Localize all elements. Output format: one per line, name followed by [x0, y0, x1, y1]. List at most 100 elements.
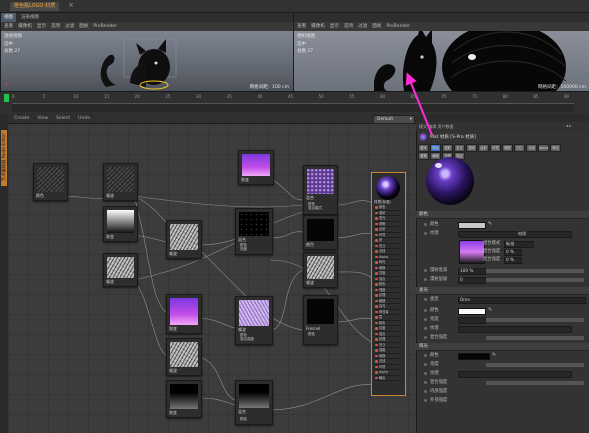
- keyframe-dot[interactable]: [424, 336, 427, 339]
- channel-button[interactable]: 法线: [526, 144, 537, 152]
- row-glow-brightness: 亮度: [422, 361, 584, 368]
- node-mix[interactable]: 混合 颜色 混合模式: [303, 165, 338, 215]
- texture-field[interactable]: [458, 231, 572, 238]
- keyframe-dot[interactable]: [424, 399, 427, 402]
- row-spec-color: 颜色 ✎: [422, 307, 584, 315]
- color-swatch[interactable]: [458, 308, 486, 315]
- color-swatch[interactable]: [458, 222, 486, 229]
- node-noise[interactable]: 噪波: [166, 338, 202, 376]
- node-mix[interactable]: 混合 颜色 亮度: [235, 208, 273, 255]
- keyframe-dot[interactable]: [424, 372, 427, 375]
- node-gradient[interactable]: 渐变: [166, 294, 202, 334]
- node-thumbnail: [107, 210, 134, 233]
- keyframe-dot[interactable]: [424, 381, 427, 384]
- node-gradient[interactable]: 渐变: [238, 150, 274, 185]
- row-mix-strength: 混合强度 0 %: [480, 256, 580, 264]
- channel-button[interactable]: 环境: [490, 144, 501, 152]
- row-type: 类型 Oren: [422, 296, 586, 304]
- row-label: 混合模式: [483, 241, 501, 246]
- row-label: 颜色: [430, 222, 439, 227]
- row-label: 类型: [430, 297, 439, 302]
- preview-highlight: [435, 163, 442, 168]
- eyedropper-icon[interactable]: ✎: [488, 221, 492, 228]
- color-swatch[interactable]: [458, 353, 490, 360]
- channel-button[interactable]: 颜色: [430, 144, 441, 152]
- material-name: Mat 材质 [S-Pro 材质]: [430, 135, 476, 140]
- node-label: 颜色: [36, 193, 44, 198]
- eyedropper-icon[interactable]: ✎: [492, 352, 496, 359]
- keyframe-dot[interactable]: [424, 327, 427, 330]
- texture-field[interactable]: [458, 371, 572, 378]
- keyframe-dot[interactable]: [424, 318, 427, 321]
- node-mix[interactable]: 混合 颜色: [235, 380, 273, 425]
- channel-button[interactable]: 发光: [454, 144, 465, 152]
- channel-button[interactable]: Alpha: [538, 144, 549, 152]
- channel-button[interactable]: 透明: [466, 144, 477, 152]
- keyframe-dot[interactable]: [424, 278, 427, 281]
- row-label: 漫射衰减: [430, 268, 448, 273]
- eyedropper-icon[interactable]: ✎: [488, 307, 492, 314]
- keyframe-dot[interactable]: [424, 363, 427, 366]
- keyframe-dot[interactable]: [424, 309, 427, 312]
- node-label: 渐变: [169, 326, 177, 331]
- channel-button[interactable]: 置换: [418, 152, 429, 160]
- brightness-slider[interactable]: [486, 317, 584, 322]
- keyframe-dot[interactable]: [424, 223, 427, 226]
- port-label: 混合强度: [240, 337, 254, 341]
- keyframe-dot[interactable]: [424, 269, 427, 272]
- glow-mix-slider[interactable]: [486, 380, 584, 385]
- texture-value: 材质: [518, 231, 527, 236]
- row-texture: 纹理 材质: [422, 230, 584, 238]
- diffuse-falloff-value: 100 %: [460, 268, 474, 273]
- channel-button[interactable]: 凹凸: [514, 144, 525, 152]
- node-label: 颜色: [306, 242, 314, 247]
- node-noise[interactable]: 噪波 颜色 混合强度: [235, 296, 273, 345]
- node-color[interactable]: 颜色: [33, 163, 68, 201]
- channel-button[interactable]: 烟雾: [502, 144, 513, 152]
- mix-strength-value: 0 %: [506, 257, 514, 262]
- section-glow[interactable]: 辉光: [416, 343, 589, 351]
- node-color[interactable]: 颜色: [303, 215, 338, 250]
- row-spec-mix: 混合强度: [422, 334, 584, 341]
- node-noise[interactable]: 噪波: [303, 252, 338, 288]
- nav-arrows-icon[interactable]: ◂ ▸: [566, 123, 571, 128]
- keyframe-dot[interactable]: [424, 354, 427, 357]
- section-color[interactable]: 颜色: [416, 211, 589, 219]
- blend-strength-value: 0 %: [506, 249, 514, 254]
- row-label: 颜色: [430, 308, 439, 313]
- type-dropdown[interactable]: [458, 297, 586, 304]
- keyframe-dot[interactable]: [424, 390, 427, 393]
- node-label: 噪波: [106, 193, 114, 198]
- row-label: 亮度: [430, 362, 439, 367]
- channel-button[interactable]: 辉光: [550, 144, 561, 152]
- diffuse-level-slider[interactable]: [486, 277, 584, 282]
- node-gradient[interactable]: 渐变: [103, 206, 138, 242]
- node-label: 渐变: [106, 234, 114, 239]
- keyframe-dot[interactable]: [424, 232, 427, 235]
- diffuse-falloff-slider[interactable]: [486, 268, 584, 273]
- glow-brightness-slider[interactable]: [486, 362, 584, 367]
- material-port[interactable]: 输出: [375, 376, 401, 381]
- material-preview[interactable]: [426, 157, 474, 205]
- section-luminance[interactable]: 发光: [416, 287, 589, 295]
- node-noise[interactable]: 噪波: [103, 253, 138, 287]
- row-glow-color: 颜色 ✎: [422, 352, 584, 360]
- node-fresnel[interactable]: Fresnel 颜色: [303, 295, 338, 345]
- material-node[interactable]: 材质(标准) 颜色 漫射 发光 透明 反射 环境雾凹凸 法线 Alpha 辉光 置换 亮度 混合 颜色强…: [371, 172, 406, 396]
- node-noise[interactable]: 噪波: [103, 163, 138, 201]
- keyframe-dot[interactable]: [424, 298, 427, 301]
- texture-field[interactable]: [458, 326, 572, 333]
- row-label: 内部强度: [430, 389, 448, 394]
- channel-button[interactable]: 基本: [418, 144, 429, 152]
- mix-slider[interactable]: [486, 335, 584, 340]
- node-noise[interactable]: 噪波: [166, 220, 202, 259]
- channel-button[interactable]: 漫射: [442, 144, 453, 152]
- brightness-field[interactable]: [458, 317, 486, 324]
- row-spec-brightness: 亮度: [422, 316, 584, 324]
- port-label: 颜色: [240, 417, 247, 421]
- attribute-mode-menu[interactable]: 模式 编辑 用户数据: [419, 124, 454, 130]
- channel-button[interactable]: 反射: [478, 144, 489, 152]
- node-thumbnail: [307, 219, 334, 241]
- node-gradient[interactable]: 渐变: [166, 380, 202, 418]
- node-thumbnail: [170, 224, 198, 250]
